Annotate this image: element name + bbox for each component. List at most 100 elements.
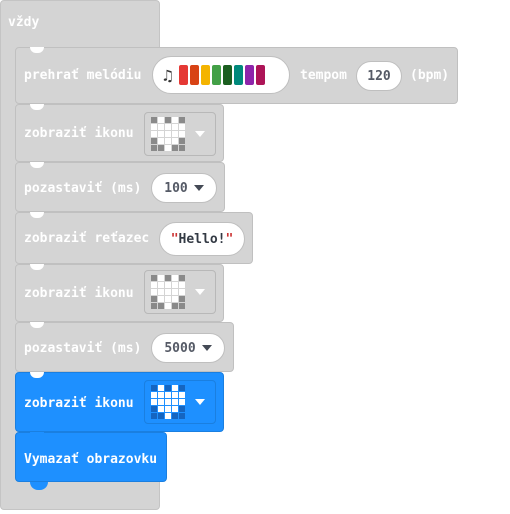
pause-label: pozastaviť (ms) [24,181,142,196]
led-cell [151,303,157,309]
icon-picker[interactable] [144,270,216,314]
melody-note-swatch [178,65,188,85]
melody-note-swatch [211,65,221,85]
led-cell [151,406,157,412]
bpm-unit-label: (bpm) [410,68,450,83]
led-cell [165,275,171,281]
led-cell [151,413,157,419]
chevron-down-icon [195,289,205,295]
led-cell [158,413,164,419]
led-cell [158,406,164,412]
led-cell [165,413,171,419]
icon-picker[interactable] [144,380,216,424]
show-icon-label: zobraziť ikonu [24,286,134,301]
led-cell [158,399,164,405]
led-cell [151,138,157,144]
led-grid-icon [151,275,185,309]
melody-editor-field[interactable]: ♫ [152,56,290,94]
led-cell [165,124,171,130]
forever-label: vždy [8,15,40,30]
pause-value: 100 [164,180,188,196]
led-cell [151,117,157,123]
melody-note-swatch [200,65,210,85]
led-cell [179,296,185,302]
string-input[interactable]: " Hello! " [159,222,245,256]
led-cell [158,138,164,144]
melody-note-swatch [189,65,199,85]
led-cell [151,296,157,302]
led-cell [158,289,164,295]
led-cell [158,296,164,302]
led-cell [165,406,171,412]
led-cell [179,124,185,130]
led-cell [151,289,157,295]
led-cell [165,399,171,405]
led-cell [179,289,185,295]
led-cell [158,392,164,398]
tempo-label: tempom [300,68,347,83]
led-cell [179,303,185,309]
led-cell [158,117,164,123]
led-cell [172,275,178,281]
led-cell [179,145,185,151]
led-cell [165,392,171,398]
led-cell [179,282,185,288]
led-cell [151,282,157,288]
led-cell [165,131,171,137]
led-cell [151,124,157,130]
led-cell [179,275,185,281]
quote-open: " [170,231,179,247]
quote-close: " [225,231,234,247]
led-cell [158,303,164,309]
led-cell [158,145,164,151]
play-melody-label: prehrať melódiu [24,68,142,83]
led-cell [172,392,178,398]
led-cell [172,289,178,295]
tempo-value: 120 [367,68,391,84]
led-cell [172,138,178,144]
led-cell [158,282,164,288]
icon-picker[interactable] [144,112,216,156]
led-cell [172,145,178,151]
led-cell [172,282,178,288]
string-value: Hello! [178,231,226,247]
led-cell [179,138,185,144]
led-cell [165,138,171,144]
melody-note-swatch [233,65,243,85]
led-cell [172,413,178,419]
led-cell [179,385,185,391]
led-cell [165,145,171,151]
led-cell [165,385,171,391]
melody-note-swatch [255,65,265,85]
led-cell [165,289,171,295]
tempo-field[interactable]: 120 [356,61,402,91]
chevron-down-icon [195,399,205,405]
led-cell [172,399,178,405]
led-cell [165,296,171,302]
chevron-down-icon [201,345,212,351]
pause-value-dropdown[interactable]: 100 [151,173,217,203]
show-icon-label: zobraziť ikonu [24,396,134,411]
led-cell [172,131,178,137]
led-cell [172,406,178,412]
show-icon-label: zobraziť ikonu [24,126,134,141]
led-cell [151,392,157,398]
led-cell [151,399,157,405]
led-cell [179,413,185,419]
led-cell [158,385,164,391]
led-cell [172,385,178,391]
led-cell [158,124,164,130]
chevron-down-icon [193,185,204,191]
led-cell [179,117,185,123]
pause-value: 5000 [164,340,196,356]
melody-note-swatch [222,65,232,85]
led-cell [172,296,178,302]
led-cell [179,392,185,398]
pause-value-dropdown[interactable]: 5000 [151,333,225,363]
led-cell [151,131,157,137]
led-cell [172,303,178,309]
melody-color-strip [178,65,265,85]
melody-note-swatch [244,65,254,85]
led-cell [172,117,178,123]
clear-screen-label: Vymazať obrazovku [24,452,158,467]
